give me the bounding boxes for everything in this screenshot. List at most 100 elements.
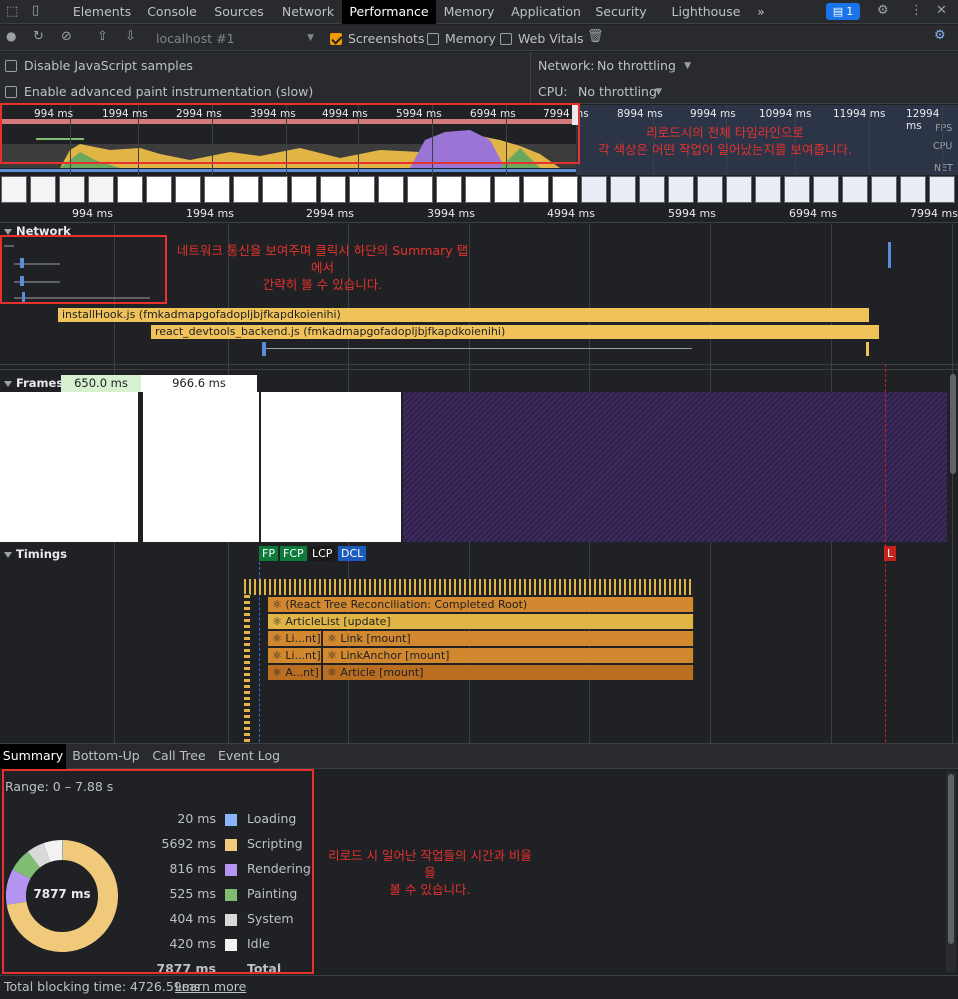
screenshot-strip[interactable] — [0, 175, 958, 205]
request-bar[interactable] — [262, 342, 266, 356]
close-icon[interactable]: ✕ — [936, 3, 947, 18]
tab-network[interactable]: Network — [274, 0, 342, 24]
tab-security[interactable]: Security — [590, 0, 652, 24]
tab-performance[interactable]: Performance — [342, 0, 436, 24]
screenshot-thumbnail[interactable] — [639, 176, 665, 203]
screenshot-thumbnail[interactable] — [30, 176, 56, 203]
screenshot-thumbnail[interactable] — [494, 176, 520, 203]
gear-icon[interactable]: ⚙ — [877, 3, 889, 18]
timing-dcl[interactable]: DCL — [338, 546, 367, 561]
screenshot-thumbnail[interactable] — [175, 176, 201, 203]
summary-scrollbar-thumb[interactable] — [948, 774, 954, 944]
kebab-menu-icon[interactable]: ⋮ — [910, 3, 923, 18]
timings-track-header[interactable]: Timings — [4, 547, 67, 561]
tab-memory[interactable]: Memory — [436, 0, 502, 24]
flame-scrollbar[interactable] — [950, 374, 956, 474]
screenshot-thumbnail[interactable] — [465, 176, 491, 203]
screenshot-thumbnail[interactable] — [668, 176, 694, 203]
tab-application[interactable]: Application — [502, 0, 590, 24]
screenshot-thumbnail[interactable] — [726, 176, 752, 203]
flame-link-mount[interactable]: ⚛ Link [mount] — [323, 631, 694, 646]
screenshot-thumbnail[interactable] — [291, 176, 317, 203]
flame-react-reconciliation[interactable]: ⚛ (React Tree Reconciliation: Completed … — [268, 597, 694, 612]
capture-settings-gear-icon[interactable]: ⚙ — [934, 28, 946, 43]
screenshot-thumbnail[interactable] — [697, 176, 723, 203]
screenshot-thumbnail[interactable] — [813, 176, 839, 203]
download-icon[interactable]: ⇩ — [125, 29, 136, 44]
more-tabs-button[interactable]: » — [750, 0, 772, 24]
screenshot-thumbnail[interactable] — [784, 176, 810, 203]
flame-articlelist-update[interactable]: ⚛ ArticleList [update] — [268, 614, 694, 629]
screenshot-thumbnail[interactable] — [755, 176, 781, 203]
screenshot-thumbnail[interactable] — [349, 176, 375, 203]
screenshot-thumbnail[interactable] — [262, 176, 288, 203]
frame-2[interactable]: 966.6 ms — [141, 375, 257, 392]
summary-scrollbar[interactable] — [946, 772, 956, 972]
tab-summary[interactable]: Summary — [0, 744, 66, 769]
screenshot-thumbnail[interactable] — [88, 176, 114, 203]
screenshot-thumbnail[interactable] — [59, 176, 85, 203]
disable-js-samples-checkbox[interactable]: Disable JavaScript samples — [5, 58, 193, 73]
network-bar-installhook[interactable]: installHook.js (fmkadmapgofadopljbjfkapd… — [58, 308, 869, 322]
webvitals-check[interactable] — [500, 32, 512, 45]
upload-icon[interactable]: ⇧ — [97, 29, 108, 44]
tab-bottom-up[interactable]: Bottom-Up — [69, 744, 143, 769]
track-resizer[interactable] — [0, 364, 958, 370]
screenshots-check[interactable] — [330, 32, 342, 45]
webvitals-checkbox[interactable]: Web Vitals — [500, 31, 584, 46]
screenshot-thumbnail[interactable] — [436, 176, 462, 203]
cpu-throttle-select[interactable]: No throttling ▼ — [578, 84, 664, 99]
screenshot-thumbnail[interactable] — [407, 176, 433, 203]
reload-record-icon[interactable]: ↻ — [33, 29, 44, 44]
screenshot-thumbnail[interactable] — [378, 176, 404, 203]
flame-article-mount-short[interactable]: ⚛ A...nt] — [268, 665, 322, 680]
disable-js-samples-check[interactable] — [5, 59, 17, 72]
network-bar-devtools-backend[interactable]: react_devtools_backend.js (fmkadmapgofad… — [151, 325, 879, 339]
screenshot-thumbnail[interactable] — [610, 176, 636, 203]
tab-elements[interactable]: Elements — [64, 0, 140, 24]
request-bar[interactable] — [866, 342, 869, 356]
adv-paint-check[interactable] — [5, 85, 17, 98]
screenshots-checkbox[interactable]: Screenshots — [330, 31, 424, 46]
screenshot-thumbnail[interactable] — [871, 176, 897, 203]
screenshot-thumbnail[interactable] — [1, 176, 27, 203]
tab-lighthouse[interactable]: Lighthouse — [664, 0, 748, 24]
screenshot-thumbnail[interactable] — [523, 176, 549, 203]
device-toggle-icon[interactable]: ▯ — [32, 3, 39, 18]
frames-track-header[interactable]: Frames — [4, 376, 63, 390]
screenshot-thumbnail[interactable] — [146, 176, 172, 203]
screenshot-thumbnail[interactable] — [900, 176, 926, 203]
request-bar[interactable] — [888, 242, 891, 268]
screenshot-thumbnail[interactable] — [581, 176, 607, 203]
tab-call-tree[interactable]: Call Tree — [148, 744, 210, 769]
screenshot-thumbnail[interactable] — [117, 176, 143, 203]
memory-check[interactable] — [427, 32, 439, 45]
tab-console[interactable]: Console — [140, 0, 204, 24]
adv-paint-checkbox[interactable]: Enable advanced paint instrumentation (s… — [5, 84, 313, 99]
memory-checkbox[interactable]: Memory — [427, 31, 496, 46]
frame-1[interactable]: 650.0 ms — [61, 375, 141, 392]
timing-fcp[interactable]: FCP — [280, 546, 307, 561]
flame-list-mount-2[interactable]: ⚛ Li...nt] — [268, 648, 322, 663]
issues-badge[interactable]: ▤ 1 — [826, 3, 860, 20]
flame-linkanchor-mount[interactable]: ⚛ LinkAnchor [mount] — [323, 648, 694, 663]
clear-icon[interactable]: ⊘ — [61, 29, 72, 44]
screenshot-thumbnail[interactable] — [320, 176, 346, 203]
flame-article-mount[interactable]: ⚛ Article [mount] — [323, 665, 694, 680]
screenshot-thumbnail[interactable] — [233, 176, 259, 203]
learn-more-link[interactable]: Learn more — [175, 979, 246, 994]
tab-sources[interactable]: Sources — [204, 0, 274, 24]
timing-lcp[interactable]: LCP — [309, 546, 336, 561]
trash-icon[interactable]: 🗑 — [587, 29, 604, 44]
tab-event-log[interactable]: Event Log — [216, 744, 282, 769]
screenshot-thumbnail[interactable] — [842, 176, 868, 203]
network-throttle-select[interactable]: No throttling ▼ — [597, 58, 693, 73]
screenshot-thumbnail[interactable] — [929, 176, 955, 203]
screenshot-thumbnail[interactable] — [204, 176, 230, 203]
timing-fp[interactable]: FP — [259, 546, 278, 561]
target-select[interactable]: localhost #1 ▼ — [156, 29, 316, 47]
flame-list-mount[interactable]: ⚛ Li...nt] — [268, 631, 322, 646]
screenshot-thumbnail[interactable] — [552, 176, 578, 203]
record-icon[interactable]: ● — [6, 29, 16, 43]
inspect-element-icon[interactable]: ⬚ — [6, 4, 18, 19]
